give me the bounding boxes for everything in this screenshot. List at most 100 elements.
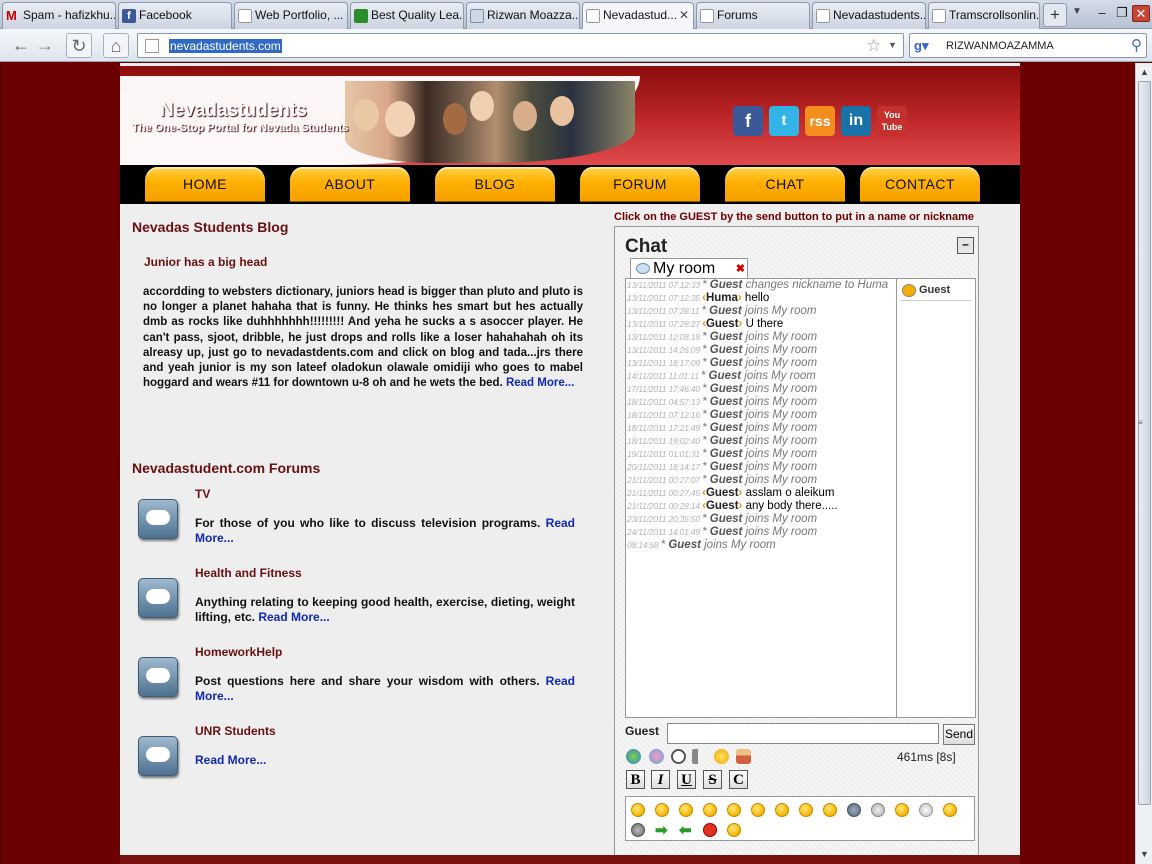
message-nick[interactable]: Guest [710,461,743,473]
angry-icon[interactable] [775,803,789,817]
post-title[interactable]: Junior has a big head [144,255,267,269]
user-icon[interactable] [736,749,751,764]
tab-web-portfolio[interactable]: Web Portfolio, ... [234,2,348,29]
message-nick[interactable]: Guest [710,409,743,421]
menu-contact[interactable]: CONTACT [860,167,980,202]
youtube-icon[interactable]: You Tube [877,106,907,136]
menu-about[interactable]: ABOUT [290,167,410,202]
message-nick[interactable]: Guest [710,344,743,356]
rain-cloud-icon[interactable] [847,803,861,817]
lightbulb-icon[interactable] [727,823,741,837]
rss-icon[interactable]: rss [805,106,835,136]
message-nick[interactable]: Guest [710,448,743,460]
message-nick[interactable]: Guest [710,422,743,434]
smile-icon[interactable] [631,803,645,817]
twitter-icon[interactable]: t [769,106,799,136]
menu-chat[interactable]: CHAT [725,167,845,202]
tab-tramscrolls[interactable]: Tramscrollsonlin... [928,2,1040,29]
home-icon[interactable]: ⌂ [103,33,129,58]
back-arrow-icon[interactable]: ← [8,33,34,58]
send-button[interactable]: Send [943,724,975,745]
palette-icon[interactable] [649,749,664,764]
forward-arrow-icon[interactable]: → [33,33,57,58]
scroll-up-icon[interactable]: ▲ [1137,65,1152,80]
tab-list-chevron-icon[interactable]: ▼ [1072,6,1082,17]
right-arrow-icon[interactable]: ➡ [655,821,668,839]
message-nick[interactable]: Guest [710,513,743,525]
message-nick[interactable]: Guest [710,357,743,369]
tongue-icon[interactable] [823,803,837,817]
restore-window-icon[interactable]: ❐ [1113,5,1131,22]
facebook-icon[interactable]: f [733,106,763,136]
scroll-down-icon[interactable]: ▼ [1137,847,1152,862]
grin-icon[interactable] [655,803,669,817]
address-bar[interactable]: nevadastudents.com ☆ ▼ [137,33,904,58]
message-nick[interactable]: Guest [709,305,742,317]
storm-icon[interactable] [631,823,645,837]
site-identity-icon[interactable] [145,39,159,53]
message-nick[interactable]: Guest [710,435,743,447]
forum-title[interactable]: HomeworkHelp [195,645,282,659]
surprised-icon[interactable] [679,803,693,817]
nickname-button[interactable]: Guest [625,724,659,738]
search-input[interactable]: RIZWANMOAZAMMA [946,40,1054,52]
message-nick[interactable]: ‹Guest› [702,318,742,330]
message-nick[interactable]: Guest [710,279,743,291]
tab-gmail[interactable]: M Spam - hafizkhu... [2,2,116,29]
message-nick[interactable]: Guest [710,474,743,486]
menu-forum[interactable]: FORUM [580,167,700,202]
minimize-chat-button[interactable]: – [957,237,974,254]
strike-button[interactable]: S [703,770,722,789]
wink-icon[interactable] [703,803,717,817]
tab-rizwan[interactable]: Rizwan Moazza... [466,2,580,29]
message-nick[interactable]: Guest [709,370,742,382]
search-bar[interactable]: g▾ RIZWANMOAZAMMA ⚲ [909,33,1147,58]
sun-icon[interactable] [895,803,909,817]
left-arrow-icon[interactable]: ⬅ [679,821,692,839]
message-nick[interactable]: Guest [710,396,743,408]
smiley-icon[interactable] [714,749,729,764]
message-nick[interactable]: ‹Huma› [702,292,742,304]
tab-nevadastudents-2[interactable]: Nevadastudents... [812,2,926,29]
forum-title[interactable]: TV [195,487,210,501]
italic-button[interactable]: I [651,770,670,789]
message-input[interactable] [667,723,939,744]
message-nick[interactable]: Guest [668,539,701,551]
url-dropdown-icon[interactable]: ▼ [888,40,897,50]
clock-icon[interactable] [671,749,686,764]
sad-icon[interactable] [727,803,741,817]
cloud-icon[interactable] [919,803,933,817]
minimize-window-icon[interactable]: – [1093,5,1111,22]
color-icon[interactable] [626,749,641,764]
vertical-scrollbar[interactable]: ▲ ≡ ▼ [1135,63,1152,864]
message-list[interactable]: 13/11/2011 07:12:33 * Guest changes nick… [625,278,897,718]
message-nick[interactable]: Guest [710,383,743,395]
search-icon[interactable]: ⚲ [1131,36,1142,54]
close-room-icon[interactable]: ✖ [736,259,745,279]
room-tab[interactable]: My room ✖ [630,258,748,279]
underline-button[interactable]: U [677,770,696,789]
new-tab-button[interactable]: + [1043,3,1067,27]
tab-facebook[interactable]: f Facebook [118,2,232,29]
post-read-more-link[interactable]: Read More... [506,377,574,389]
forum-read-more-link[interactable]: Read More... [195,753,266,767]
message-nick[interactable]: Guest [710,331,743,343]
clear-format-button[interactable]: C [729,770,748,789]
partly-cloudy-icon[interactable] [943,803,957,817]
close-window-icon[interactable]: ✕ [1132,5,1150,22]
forum-title[interactable]: Health and Fitness [195,566,302,580]
linkedin-icon[interactable]: in [841,106,871,136]
scroll-thumb[interactable] [1138,81,1151,805]
forum-read-more-link[interactable]: Read More... [258,610,329,624]
snow-cloud-icon[interactable] [871,803,885,817]
tab-nevadastudents-active[interactable]: Nevadastud... ✕ [582,2,694,30]
bookmark-star-icon[interactable]: ☆ [866,36,881,56]
sound-icon[interactable] [692,749,707,764]
user-item[interactable]: Guest [900,284,972,301]
forum-title[interactable]: UNR Students [195,724,276,738]
tab-forums[interactable]: Forums [696,2,810,29]
message-nick[interactable]: ‹Guest› [702,500,742,512]
bold-button[interactable]: B [626,770,645,789]
cool-icon[interactable] [799,803,813,817]
menu-home[interactable]: HOME [145,167,265,202]
